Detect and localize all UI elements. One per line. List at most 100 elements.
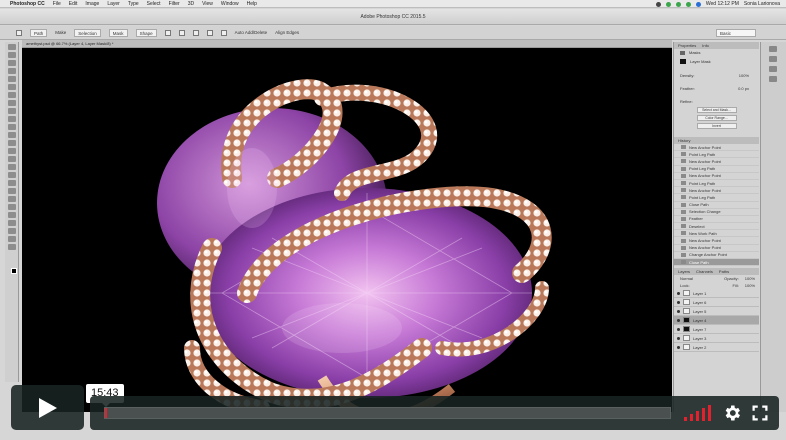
tray-icon[interactable] xyxy=(695,1,701,7)
layer-row[interactable]: Layer 1 xyxy=(674,289,759,299)
tray-icon[interactable] xyxy=(655,1,661,7)
path-align-icon[interactable] xyxy=(178,29,185,36)
layer-row[interactable]: Layer 4 xyxy=(674,316,759,326)
menu-image[interactable]: Image xyxy=(85,1,99,7)
fullscreen-icon[interactable] xyxy=(751,404,769,422)
tool-icon[interactable] xyxy=(8,148,16,154)
pen-tool-icon[interactable] xyxy=(16,29,22,36)
eye-icon[interactable] xyxy=(677,336,680,340)
tool-icon[interactable] xyxy=(8,212,16,218)
history-item[interactable]: New Anchor Point xyxy=(674,173,759,180)
panel-icon[interactable] xyxy=(769,76,777,82)
tool-icon[interactable] xyxy=(8,100,16,106)
menu-filter[interactable]: Filter xyxy=(169,1,180,7)
play-button[interactable] xyxy=(11,385,84,430)
tool-icon[interactable] xyxy=(8,244,16,250)
pixel-mask-icon[interactable] xyxy=(680,58,686,64)
tool-icon[interactable] xyxy=(8,236,16,242)
path-arrange-icon[interactable] xyxy=(192,29,199,36)
tool-icon[interactable] xyxy=(8,68,16,74)
history-item[interactable]: New Anchor Point xyxy=(674,237,759,245)
select-and-mask-button[interactable]: Select and Mask... xyxy=(696,107,737,113)
gear-icon[interactable] xyxy=(722,403,742,423)
document-tab[interactable]: amethyst.psd @ 66.7% (Layer 4, Layer Mas… xyxy=(26,41,113,46)
tool-icon[interactable] xyxy=(8,172,16,178)
layer-row[interactable]: Layer 6 xyxy=(674,298,759,308)
foreground-color-swatch[interactable] xyxy=(11,268,17,274)
tool-icon[interactable] xyxy=(8,76,16,82)
density-value[interactable]: 100% xyxy=(739,73,749,78)
eye-icon[interactable] xyxy=(677,318,680,322)
tab-info[interactable]: Info xyxy=(702,42,709,49)
tool-icon[interactable] xyxy=(8,164,16,170)
menu-select[interactable]: Select xyxy=(147,1,161,7)
eye-icon[interactable] xyxy=(677,309,680,313)
menu-window[interactable]: Window xyxy=(221,1,239,7)
tool-icon[interactable] xyxy=(8,204,16,210)
layer-row[interactable]: Layer 3 xyxy=(674,334,759,344)
history-item[interactable]: Feather xyxy=(674,216,759,224)
color-range-button[interactable]: Color Range... xyxy=(696,115,737,121)
tool-icon[interactable] xyxy=(8,44,16,50)
history-item[interactable]: New Anchor Point xyxy=(674,144,759,152)
layer-row[interactable]: Layer 2 xyxy=(674,343,759,353)
history-item[interactable]: New Anchor Point xyxy=(674,245,759,252)
history-item[interactable]: Point Leg Path xyxy=(674,166,759,173)
eye-icon[interactable] xyxy=(677,300,680,304)
tray-icon[interactable] xyxy=(685,1,691,7)
workspace-select[interactable]: Basic xyxy=(716,29,756,37)
invert-button[interactable]: Invert xyxy=(696,123,737,129)
layer-row[interactable]: Layer 5 xyxy=(674,307,759,317)
tool-icon[interactable] xyxy=(8,124,16,130)
history-item[interactable]: Point Leg Path xyxy=(674,151,759,159)
panel-icon[interactable] xyxy=(769,46,777,52)
document-canvas[interactable] xyxy=(22,48,672,412)
opacity-value[interactable]: 100% xyxy=(745,276,755,281)
tool-icon[interactable] xyxy=(8,220,16,226)
tray-icon[interactable] xyxy=(675,1,681,7)
history-item[interactable]: New Work Path xyxy=(674,230,759,238)
tool-icon[interactable] xyxy=(8,132,16,138)
align-edges-label[interactable]: Align Edges xyxy=(275,30,299,35)
eye-icon[interactable] xyxy=(677,291,680,295)
gear-icon[interactable] xyxy=(206,29,213,36)
tool-icon[interactable] xyxy=(8,108,16,114)
playhead[interactable] xyxy=(105,408,107,418)
feather-value[interactable]: 0.0 px xyxy=(738,86,749,91)
menu-app[interactable]: Photoshop CC xyxy=(10,1,45,7)
history-item[interactable]: New Anchor Point xyxy=(674,187,759,195)
mask-button[interactable]: Mask xyxy=(108,28,128,37)
volume-icon[interactable] xyxy=(684,405,714,421)
history-item[interactable]: Point Leg Path xyxy=(674,194,759,202)
history-item[interactable]: Close Path xyxy=(674,259,759,267)
tool-icon[interactable] xyxy=(8,116,16,122)
tool-icon[interactable] xyxy=(8,60,16,66)
layer-row[interactable]: Layer 7 xyxy=(674,325,759,335)
menu-type[interactable]: Type xyxy=(128,1,139,7)
tool-icon[interactable] xyxy=(8,140,16,146)
auto-add-delete-label[interactable]: Auto Add/Delete xyxy=(235,30,268,35)
shape-button[interactable]: Shape xyxy=(135,28,157,37)
menu-view[interactable]: View xyxy=(202,1,213,7)
tool-icon[interactable] xyxy=(8,52,16,58)
checkbox-icon[interactable] xyxy=(220,29,227,36)
menu-file[interactable]: File xyxy=(53,1,61,7)
fill-value[interactable]: 100% xyxy=(745,283,755,288)
tool-icon[interactable] xyxy=(8,180,16,186)
tab-paths[interactable]: Paths xyxy=(719,268,729,275)
tab-properties[interactable]: Properties xyxy=(678,42,696,49)
path-ops-icon[interactable] xyxy=(164,29,171,36)
tab-channels[interactable]: Channels xyxy=(696,268,713,275)
tool-icon[interactable] xyxy=(8,92,16,98)
history-item[interactable]: Point Leg Path xyxy=(674,180,759,188)
progress-bar[interactable] xyxy=(104,407,671,419)
menu-edit[interactable]: Edit xyxy=(69,1,78,7)
history-item[interactable]: Selection Change xyxy=(674,209,759,216)
tool-icon[interactable] xyxy=(8,188,16,194)
history-item[interactable]: Change Anchor Point xyxy=(674,252,759,259)
tool-icon[interactable] xyxy=(8,228,16,234)
menubar-user[interactable]: Sonia Larionova xyxy=(744,1,780,7)
menu-layer[interactable]: Layer xyxy=(107,1,120,7)
tool-icon[interactable] xyxy=(8,196,16,202)
blend-mode-select[interactable]: Normal xyxy=(680,276,693,281)
